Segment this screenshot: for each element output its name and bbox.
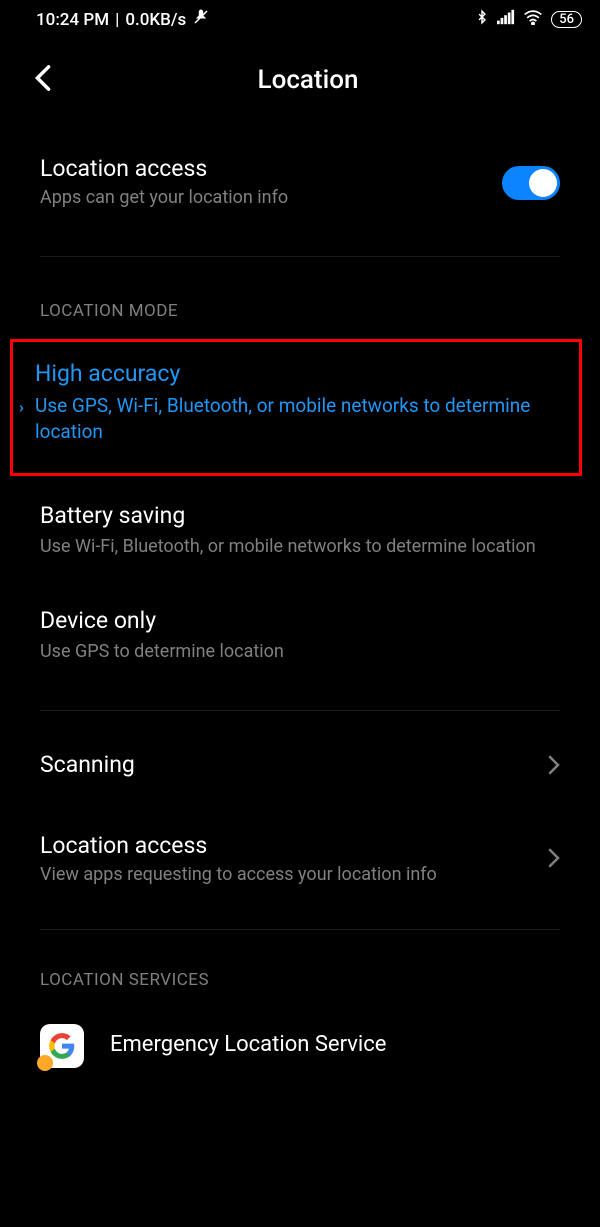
location-access-apps-row[interactable]: Location access View apps requesting to … <box>0 814 600 917</box>
badge-icon <box>37 1055 53 1071</box>
toggle-knob <box>529 169 557 197</box>
status-bar: 10:24 PM | 0.0KB/s 56 <box>0 0 600 37</box>
location-access-apps-title: Location access <box>40 832 548 859</box>
high-accuracy-title: High accuracy <box>35 360 557 387</box>
battery-saving-row[interactable]: Battery saving Use Wi-Fi, Bluetooth, or … <box>0 476 600 573</box>
battery-saving-subtitle: Use Wi-Fi, Bluetooth, or mobile networks… <box>40 535 560 559</box>
signal-icon <box>497 9 515 30</box>
location-access-subtitle: Apps can get your location info <box>40 186 490 210</box>
location-services-header: LOCATION SERVICES <box>0 930 600 1012</box>
status-separator: | <box>115 10 119 30</box>
wifi-icon <box>523 9 543 30</box>
back-button[interactable] <box>34 64 52 96</box>
chevron-right-icon <box>548 753 560 781</box>
location-access-apps-subtitle: View apps requesting to access your loca… <box>40 863 548 887</box>
location-access-row[interactable]: Location access Apps can get your locati… <box>0 115 600 238</box>
status-time: 10:24 PM <box>36 10 109 30</box>
device-only-row[interactable]: Device only Use GPS to determine locatio… <box>0 573 600 690</box>
emergency-location-row[interactable]: Emergency Location Service <box>0 1012 600 1080</box>
status-speed: 0.0KB/s <box>125 10 186 30</box>
emergency-location-title: Emergency Location Service <box>110 1032 386 1057</box>
chevron-right-icon <box>548 846 560 874</box>
high-accuracy-highlighted[interactable]: › High accuracy Use GPS, Wi-Fi, Bluetoot… <box>10 339 582 475</box>
battery-saving-title: Battery saving <box>40 502 560 529</box>
google-icon <box>40 1024 84 1068</box>
battery-level: 56 <box>551 11 582 28</box>
status-left: 10:24 PM | 0.0KB/s <box>36 8 210 31</box>
location-mode-header: LOCATION MODE <box>0 257 600 339</box>
device-only-subtitle: Use GPS to determine location <box>40 640 560 664</box>
scanning-row[interactable]: Scanning <box>0 711 600 814</box>
bluetooth-icon <box>475 8 489 31</box>
mute-icon <box>192 8 210 31</box>
high-accuracy-subtitle: Use GPS, Wi-Fi, Bluetooth, or mobile net… <box>35 393 557 444</box>
location-access-toggle[interactable] <box>502 166 560 200</box>
status-right: 56 <box>475 8 582 31</box>
device-only-title: Device only <box>40 607 560 634</box>
page-header: Location <box>0 37 600 115</box>
location-access-title: Location access <box>40 155 490 182</box>
page-title: Location <box>34 65 582 95</box>
selected-check-icon: › <box>19 398 24 417</box>
scanning-title: Scanning <box>40 751 548 778</box>
